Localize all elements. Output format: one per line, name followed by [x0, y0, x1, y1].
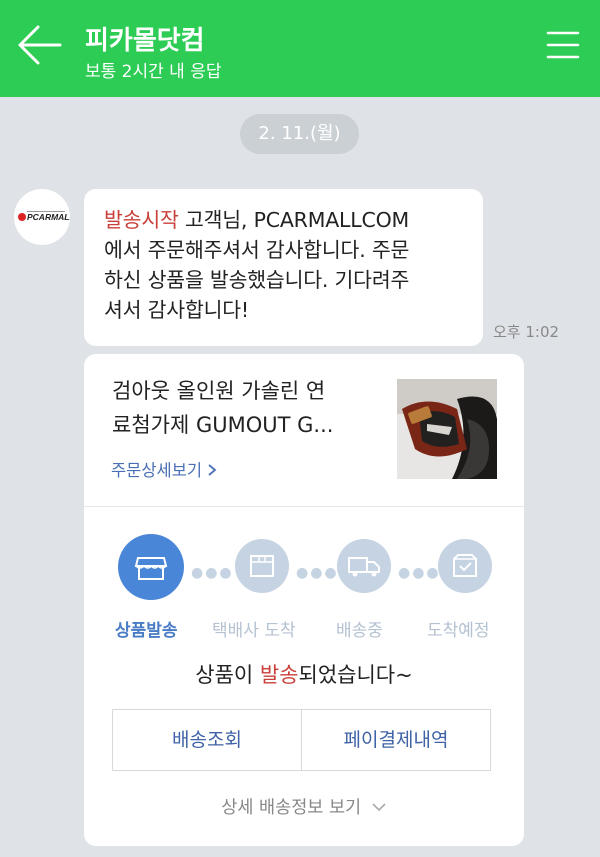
back-arrow-icon[interactable] — [14, 22, 64, 68]
track-shipment-button[interactable]: 배송조회 — [112, 709, 302, 771]
product-thumbnail[interactable] — [397, 379, 497, 479]
step-box-icon — [235, 539, 289, 593]
step-connector-1: ●●● — [191, 565, 234, 581]
message-line-3: 하신 상품을 발송했습니다. 기다려주 — [104, 268, 410, 292]
message-line-2: 에서 주문해주셔서 감사합니다. 주문 — [104, 238, 410, 262]
box-icon — [250, 555, 274, 577]
message-bubble: 발송시작 고객님, PCARMALLCOM 에서 주문해주셔서 감사합니다. 주… — [84, 189, 483, 346]
step-connector-3: ●●● — [398, 565, 441, 581]
message-highlight: 발송시작 — [104, 208, 179, 232]
message-timestamp: 오후 1:02 — [493, 323, 560, 341]
step-truck-icon — [337, 539, 391, 593]
pcarmall-logo: PCARMALL — [18, 211, 70, 222]
store-icon — [134, 557, 168, 580]
date-separator: 2. 11.(월) — [240, 114, 359, 154]
step-label-shipped: 상품발송 — [115, 621, 178, 641]
message-line-1: 발송시작 고객님, PCARMALLCOM — [104, 208, 410, 232]
message-line-4: 셔서 감사합니다! — [104, 298, 249, 322]
shipping-card: 검아웃 올인원 가솔린 연 료첨가제 GUMOUT G... 주문상세보기 ●●… — [84, 354, 524, 846]
payment-history-button[interactable]: 페이결제내역 — [301, 709, 491, 771]
hamburger-menu-icon[interactable] — [546, 28, 580, 62]
step-store-icon — [118, 534, 184, 600]
step-label-in-transit: 배송중 — [336, 621, 383, 641]
step-label-expected-arrival: 도착예정 — [427, 621, 490, 641]
inbox-check-icon — [453, 554, 477, 577]
step-inbox-icon — [438, 539, 492, 593]
truck-icon — [348, 557, 380, 577]
step-connector-2: ●●● — [296, 565, 339, 581]
response-time-subtitle: 보통 2시간 내 응답 — [85, 62, 222, 82]
step-label-courier-arrived: 택배사 도착 — [212, 621, 296, 641]
chevron-down-icon — [372, 803, 386, 812]
order-detail-link[interactable]: 주문상세보기 — [111, 457, 217, 481]
chat-title: 피카몰닷컴 — [85, 26, 205, 56]
avatar[interactable]: PCARMALL — [14, 189, 70, 245]
product-name[interactable]: 검아웃 올인원 가솔린 연 료첨가제 GUMOUT G... — [112, 374, 372, 442]
card-divider — [84, 506, 524, 507]
svg-text:PCARMALL: PCARMALL — [27, 212, 70, 222]
app-header: 피카몰닷컴 보통 2시간 내 응답 — [0, 0, 600, 97]
shipping-status-text: 상품이 발송되었습니다~ — [195, 663, 413, 687]
shipping-detail-link[interactable]: 상세 배송정보 보기 — [84, 794, 524, 819]
chevron-right-icon — [208, 464, 217, 476]
